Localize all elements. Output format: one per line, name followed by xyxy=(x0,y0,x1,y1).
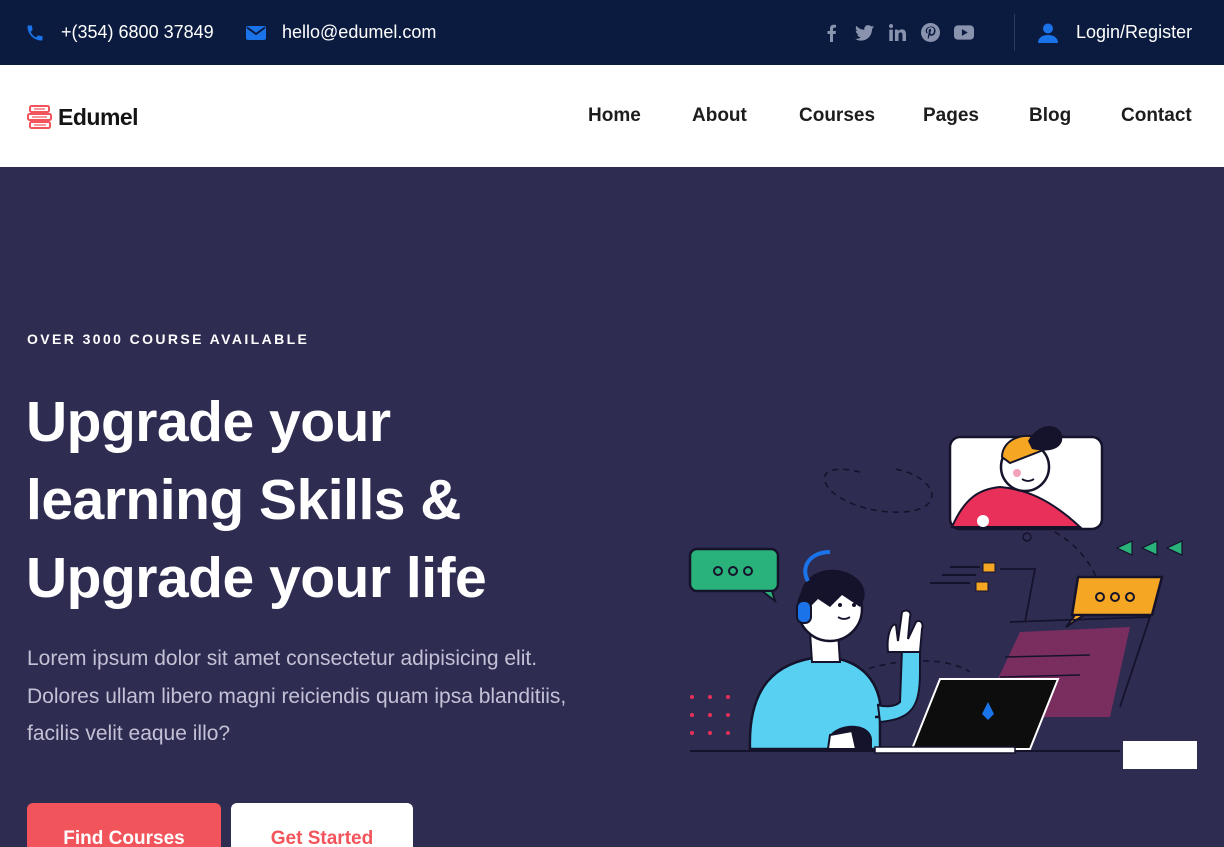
nav-home[interactable]: Home xyxy=(588,105,641,127)
login-register-label: Login/Register xyxy=(1076,22,1193,42)
phone-number: +(354) 6800 37849 xyxy=(61,22,214,42)
top-divider xyxy=(1014,14,1015,51)
find-courses-button[interactable]: Find Courses xyxy=(27,803,221,847)
arrow-triangles xyxy=(1115,540,1183,556)
green-chat-bubble xyxy=(688,547,780,604)
dots-grid xyxy=(690,695,730,735)
headline-line-1: Upgrade your xyxy=(26,390,391,454)
nav-contact[interactable]: Contact xyxy=(1121,105,1192,127)
phone-icon xyxy=(27,25,43,40)
nav-about[interactable]: About xyxy=(692,105,747,127)
youtube-icon[interactable] xyxy=(947,0,980,65)
email-address: hello@edumel.com xyxy=(282,22,437,42)
user-icon xyxy=(1038,23,1058,43)
login-register-link[interactable]: Login/Register xyxy=(1038,0,1192,65)
logo-text: Edumel xyxy=(58,103,139,130)
top-bar: +(354) 6800 37849 hello@edumel.com Login… xyxy=(0,0,1224,65)
hero-headline: Upgrade your learning Skills & Upgrade y… xyxy=(26,383,646,617)
description-line-1: Lorem ipsum dolor sit amet consectetur a… xyxy=(27,647,538,670)
phone-contact[interactable]: +(354) 6800 37849 xyxy=(25,0,214,65)
nav-pages[interactable]: Pages xyxy=(923,105,979,127)
nav-courses[interactable]: Courses xyxy=(799,105,875,127)
headline-line-3: Upgrade your life xyxy=(26,546,487,610)
hero-illustration xyxy=(688,425,1197,769)
get-started-label: Get Started xyxy=(270,828,374,847)
headline-line-2: learning Skills & xyxy=(26,468,461,532)
email-contact[interactable]: hello@edumel.com xyxy=(246,0,436,65)
video-call-card xyxy=(948,425,1104,531)
hero-section: OVER 3000 COURSE AVAILABLE Upgrade your … xyxy=(0,167,1224,847)
linkedin-icon[interactable] xyxy=(881,0,914,65)
twitter-icon[interactable] xyxy=(848,0,881,65)
find-courses-label: Find Courses xyxy=(63,828,185,847)
site-header: Edumel Home About Courses Pages Blog Con… xyxy=(0,65,1224,167)
description-line-2: Dolores ullam libero magni reiciendis qu… xyxy=(27,684,567,708)
facebook-icon[interactable] xyxy=(815,0,848,65)
nav-blog[interactable]: Blog xyxy=(1029,105,1071,127)
hero-eyebrow: OVER 3000 COURSE AVAILABLE xyxy=(27,331,310,347)
white-block xyxy=(1123,741,1197,769)
get-started-button[interactable]: Get Started xyxy=(231,803,413,847)
social-links xyxy=(815,0,980,65)
pinterest-icon[interactable] xyxy=(914,0,947,65)
envelope-icon xyxy=(246,25,266,40)
books-logo-icon xyxy=(27,105,52,129)
description-line-3: facilis velit eaque illo? xyxy=(27,722,231,745)
site-logo[interactable]: Edumel xyxy=(27,101,139,133)
hero-description: Lorem ipsum dolor sit amet consectetur a… xyxy=(27,640,627,753)
